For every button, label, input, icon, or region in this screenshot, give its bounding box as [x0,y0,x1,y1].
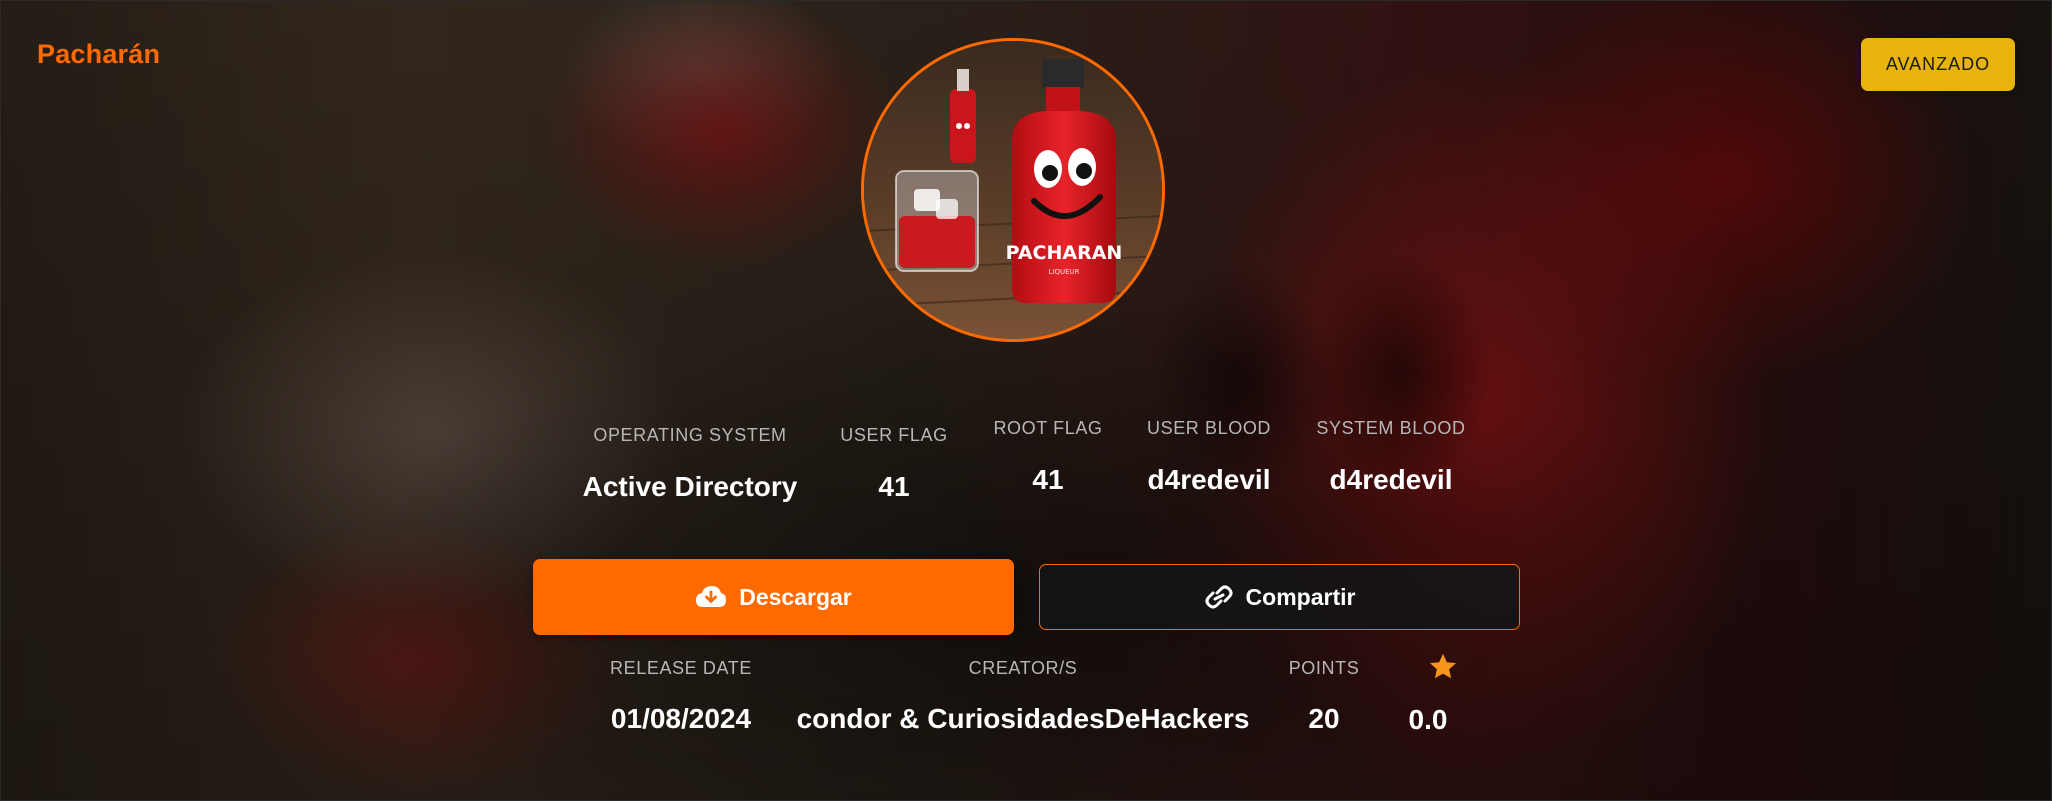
star-icon [1428,652,1458,687]
user-blood-value: d4redevil [1147,464,1271,495]
release-date-value: 01/08/2024 [610,703,752,734]
avatar-bottle-label: PACHARAN [1006,242,1123,264]
share-button[interactable]: Compartir [1039,564,1520,630]
os-label: OPERATING SYSTEM [593,425,787,445]
difficulty-badge[interactable]: AVANZADO [1861,38,2015,91]
release-date-label: RELEASE DATE [610,658,752,678]
system-blood-label: SYSTEM BLOOD [1316,418,1466,438]
user-flag-value: 41 [878,471,910,502]
link-icon [1204,584,1234,610]
creators-value: condor & CuriosidadesDeHackers [796,703,1250,734]
creators-label: CREATOR/S [968,658,1078,678]
avatar-bottle-sublabel: LIQUEUR [1048,268,1079,276]
share-label: Compartir [1245,583,1356,610]
points-label: POINTS [1288,658,1360,678]
download-label: Descargar [739,583,852,610]
machine-card: Pacharán AVANZADO PACHARAN LIQUEUR OPERA… [0,0,2052,801]
avatar-illustration: PACHARAN LIQUEUR [864,41,1162,339]
os-value: Active Directory [582,471,798,502]
root-flag-label: ROOT FLAG [993,418,1103,438]
rating-value: 0.0 [1408,704,1448,735]
system-blood-value: d4redevil [1329,464,1453,495]
machine-title: Pacharán [37,39,161,69]
root-flag-value: 41 [1032,464,1064,495]
download-button[interactable]: Descargar [533,559,1014,635]
user-blood-label: USER BLOOD [1146,418,1272,438]
points-value: 20 [1308,703,1340,734]
cloud-download-icon [695,585,727,609]
user-flag-label: USER FLAG [840,425,948,445]
machine-avatar: PACHARAN LIQUEUR [861,38,1165,342]
